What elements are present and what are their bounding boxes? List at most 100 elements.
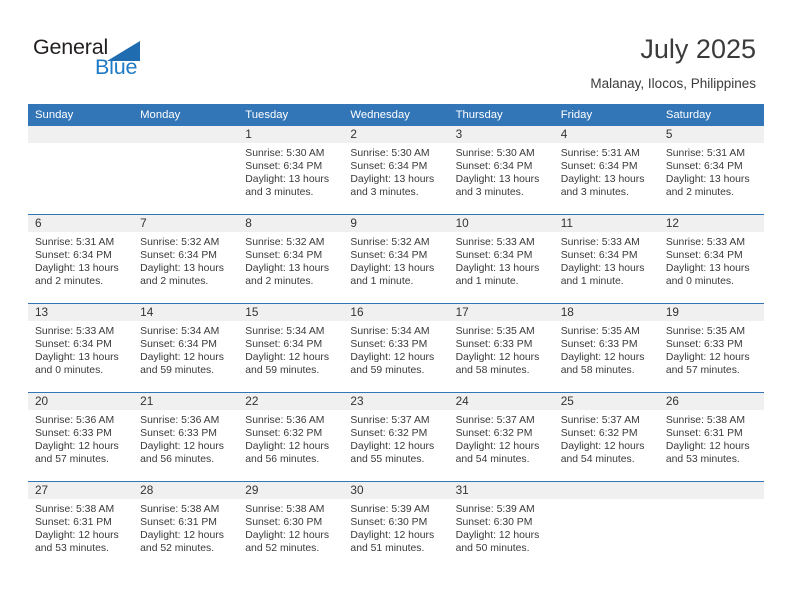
- day-number: [133, 126, 239, 143]
- calendar-week-row: 6 Sunrise: 5:31 AM Sunset: 6:34 PM Daylight…: [28, 214, 764, 304]
- weekday-header-thursday: Thursday: [448, 104, 554, 126]
- weekday-header-tuesday: Tuesday: [238, 104, 344, 126]
- sunrise-text: Sunrise: 5:37 AM: [560, 415, 640, 426]
- day-number: 31: [448, 482, 554, 499]
- calendar-day-cell[interactable]: 14 Sunrise: 5:34 AM Sunset: 6:34 PM Dayligh…: [133, 303, 239, 393]
- calendar-day-cell[interactable]: 24 Sunrise: 5:37 AM Sunset: 6:32 PM Dayligh…: [448, 392, 554, 482]
- calendar-day-cell[interactable]: 30 Sunrise: 5:39 AM Sunset: 6:30 PM Dayligh…: [343, 481, 449, 570]
- day-number: 5: [658, 126, 764, 143]
- day-number: 19: [658, 304, 764, 321]
- calendar-day-cell[interactable]: 25 Sunrise: 5:37 AM Sunset: 6:32 PM Dayligh…: [553, 392, 659, 482]
- day-details: Sunrise: 5:36 AM Sunset: 6:32 PM Daylight:…: [238, 410, 343, 466]
- calendar-body: 1 Sunrise: 5:30 AM Sunset: 6:34 PM Daylight…: [28, 126, 764, 570]
- daylight-text: Daylight: 13 hours and 3 minutes.: [560, 174, 645, 199]
- daylight-text: Daylight: 13 hours and 2 minutes.: [245, 263, 330, 288]
- sunset-text: Sunset: 6:34 PM: [35, 339, 112, 351]
- daylight-text: Daylight: 12 hours and 56 minutes.: [140, 441, 224, 466]
- calendar-day-cell-empty: [658, 481, 764, 570]
- sunset-text: Sunset: 6:32 PM: [560, 428, 638, 440]
- calendar-day-cell[interactable]: 7 Sunrise: 5:32 AM Sunset: 6:34 PM Daylight…: [133, 214, 239, 304]
- sunset-text: Sunset: 6:33 PM: [35, 428, 112, 440]
- day-details: Sunrise: 5:32 AM Sunset: 6:34 PM Daylight:…: [343, 232, 448, 288]
- calendar-head: Sunday Monday Tuesday Wednesday Thursday…: [28, 104, 764, 126]
- calendar-day-cell[interactable]: 17 Sunrise: 5:35 AM Sunset: 6:33 PM Dayligh…: [448, 303, 554, 393]
- sunrise-text: Sunrise: 5:36 AM: [245, 415, 325, 426]
- day-details: Sunrise: 5:32 AM Sunset: 6:34 PM Daylight:…: [133, 232, 238, 288]
- daylight-text: Daylight: 13 hours and 1 minute.: [350, 263, 435, 288]
- day-number: 7: [133, 215, 239, 232]
- daylight-text: Daylight: 13 hours and 3 minutes.: [245, 174, 330, 199]
- calendar-day-cell[interactable]: 15 Sunrise: 5:34 AM Sunset: 6:34 PM Dayligh…: [238, 303, 344, 393]
- day-number: 17: [448, 304, 554, 321]
- calendar-day-cell[interactable]: 9 Sunrise: 5:32 AM Sunset: 6:34 PM Daylight…: [343, 214, 449, 304]
- calendar-day-cell[interactable]: 29 Sunrise: 5:38 AM Sunset: 6:30 PM Dayligh…: [238, 481, 344, 570]
- calendar-day-cell[interactable]: 13 Sunrise: 5:33 AM Sunset: 6:34 PM Dayligh…: [28, 303, 134, 393]
- daylight-text: Daylight: 13 hours and 1 minute.: [560, 263, 645, 288]
- calendar-day-cell[interactable]: 23 Sunrise: 5:37 AM Sunset: 6:32 PM Dayligh…: [343, 392, 449, 482]
- sunrise-text: Sunrise: 5:30 AM: [455, 148, 535, 159]
- weekday-header-monday: Monday: [133, 104, 239, 126]
- calendar-day-cell[interactable]: 22 Sunrise: 5:36 AM Sunset: 6:32 PM Dayligh…: [238, 392, 344, 482]
- calendar-day-cell[interactable]: 16 Sunrise: 5:34 AM Sunset: 6:33 PM Dayligh…: [343, 303, 449, 393]
- calendar-day-cell[interactable]: 28 Sunrise: 5:38 AM Sunset: 6:31 PM Dayligh…: [133, 481, 239, 570]
- sunset-text: Sunset: 6:33 PM: [665, 339, 743, 351]
- calendar-day-cell[interactable]: 27 Sunrise: 5:38 AM Sunset: 6:31 PM Dayligh…: [28, 481, 134, 570]
- sunset-text: Sunset: 6:34 PM: [245, 339, 323, 351]
- day-number: 12: [658, 215, 764, 232]
- day-number: [658, 482, 764, 499]
- day-details: Sunrise: 5:32 AM Sunset: 6:34 PM Daylight:…: [238, 232, 343, 288]
- sunrise-text: Sunrise: 5:31 AM: [665, 148, 745, 159]
- calendar-day-cell[interactable]: 6 Sunrise: 5:31 AM Sunset: 6:34 PM Daylight…: [28, 214, 134, 304]
- day-number: 8: [238, 215, 344, 232]
- day-number: 27: [28, 482, 134, 499]
- daylight-text: Daylight: 13 hours and 3 minutes.: [455, 174, 540, 199]
- day-details: Sunrise: 5:39 AM Sunset: 6:30 PM Daylight:…: [449, 499, 554, 555]
- calendar-day-cell[interactable]: 4 Sunrise: 5:31 AM Sunset: 6:34 PM Daylight…: [553, 126, 659, 215]
- sunset-text: Sunset: 6:34 PM: [140, 250, 217, 262]
- day-details: Sunrise: 5:34 AM Sunset: 6:34 PM Daylight:…: [238, 321, 343, 377]
- sunrise-text: Sunrise: 5:32 AM: [245, 237, 325, 248]
- calendar-day-cell[interactable]: 31 Sunrise: 5:39 AM Sunset: 6:30 PM Dayligh…: [448, 481, 554, 570]
- day-details: Sunrise: 5:36 AM Sunset: 6:33 PM Daylight:…: [133, 410, 238, 466]
- calendar-day-cell[interactable]: 26 Sunrise: 5:38 AM Sunset: 6:31 PM Dayligh…: [658, 392, 764, 482]
- sunset-text: Sunset: 6:33 PM: [140, 428, 217, 440]
- daylight-text: Daylight: 13 hours and 1 minute.: [455, 263, 540, 288]
- sunrise-text: Sunrise: 5:35 AM: [455, 326, 535, 337]
- weekday-header-sunday: Sunday: [28, 104, 134, 126]
- day-details: Sunrise: 5:33 AM Sunset: 6:34 PM Daylight:…: [28, 321, 133, 377]
- sunset-text: Sunset: 6:32 PM: [245, 428, 323, 440]
- sunrise-text: Sunrise: 5:32 AM: [350, 237, 430, 248]
- calendar-day-cell[interactable]: 21 Sunrise: 5:36 AM Sunset: 6:33 PM Dayligh…: [133, 392, 239, 482]
- calendar-day-cell[interactable]: 3 Sunrise: 5:30 AM Sunset: 6:34 PM Daylight…: [448, 126, 554, 215]
- daylight-text: Daylight: 12 hours and 59 minutes.: [140, 352, 224, 377]
- general-blue-logo[interactable]: General Blue: [33, 36, 153, 82]
- weekday-header-row: Sunday Monday Tuesday Wednesday Thursday…: [28, 104, 764, 126]
- daylight-text: Daylight: 12 hours and 58 minutes.: [560, 352, 645, 377]
- calendar-day-cell[interactable]: 19 Sunrise: 5:35 AM Sunset: 6:33 PM Dayligh…: [658, 303, 764, 393]
- calendar-day-cell[interactable]: 12 Sunrise: 5:33 AM Sunset: 6:34 PM Dayligh…: [658, 214, 764, 304]
- day-number: 4: [553, 126, 659, 143]
- sunset-text: Sunset: 6:34 PM: [560, 161, 638, 173]
- calendar-day-cell[interactable]: 8 Sunrise: 5:32 AM Sunset: 6:34 PM Daylight…: [238, 214, 344, 304]
- calendar-day-cell[interactable]: 2 Sunrise: 5:30 AM Sunset: 6:34 PM Daylight…: [343, 126, 449, 215]
- calendar-day-cell[interactable]: 20 Sunrise: 5:36 AM Sunset: 6:33 PM Dayligh…: [28, 392, 134, 482]
- day-number: 26: [658, 393, 764, 410]
- daylight-text: Daylight: 12 hours and 54 minutes.: [455, 441, 540, 466]
- daylight-text: Daylight: 12 hours and 52 minutes.: [140, 530, 224, 555]
- day-number: 29: [238, 482, 344, 499]
- daylight-text: Daylight: 12 hours and 57 minutes.: [665, 352, 750, 377]
- sunrise-text: Sunrise: 5:37 AM: [455, 415, 535, 426]
- calendar-day-cell[interactable]: 18 Sunrise: 5:35 AM Sunset: 6:33 PM Dayligh…: [553, 303, 659, 393]
- sunset-text: Sunset: 6:33 PM: [560, 339, 638, 351]
- sunset-text: Sunset: 6:34 PM: [350, 250, 428, 262]
- day-details: Sunrise: 5:31 AM Sunset: 6:34 PM Daylight:…: [28, 232, 133, 288]
- calendar-day-cell[interactable]: 10 Sunrise: 5:33 AM Sunset: 6:34 PM Dayligh…: [448, 214, 554, 304]
- calendar-day-cell[interactable]: 1 Sunrise: 5:30 AM Sunset: 6:34 PM Daylight…: [238, 126, 344, 215]
- calendar-week-row: 13 Sunrise: 5:33 AM Sunset: 6:34 PM Dayligh…: [28, 303, 764, 393]
- daylight-text: Daylight: 12 hours and 59 minutes.: [350, 352, 435, 377]
- calendar-day-cell[interactable]: 5 Sunrise: 5:31 AM Sunset: 6:34 PM Daylight…: [658, 126, 764, 215]
- calendar-day-cell-empty: [133, 126, 239, 215]
- daylight-text: Daylight: 12 hours and 56 minutes.: [245, 441, 330, 466]
- daylight-text: Daylight: 12 hours and 55 minutes.: [350, 441, 435, 466]
- calendar-day-cell[interactable]: 11 Sunrise: 5:33 AM Sunset: 6:34 PM Dayligh…: [553, 214, 659, 304]
